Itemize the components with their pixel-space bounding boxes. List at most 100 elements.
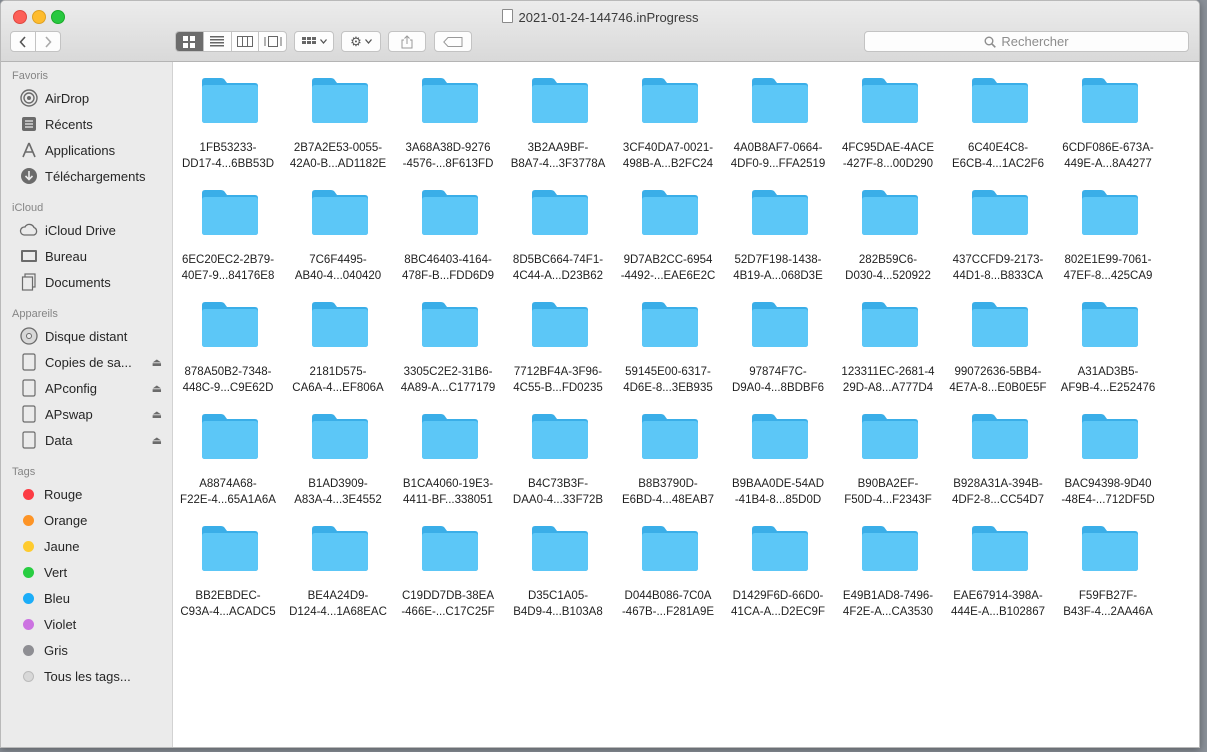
action-menu-button[interactable]: ⚙ — [341, 31, 381, 52]
folder-item[interactable]: B9BAA0DE-54AD -41B4-8...85D0D — [723, 411, 833, 523]
sidebar-tag-orange[interactable]: Orange — [19, 509, 162, 531]
folder-item[interactable]: 7C6F4495- AB40-4...040420 — [283, 187, 393, 299]
folder-item[interactable]: 4FC95DAE-4ACE -427F-8...00D290 — [833, 75, 943, 187]
drive-icon — [19, 353, 39, 371]
tag-color-dot — [23, 566, 34, 578]
folder-item[interactable]: B1AD3909- A83A-4...3E4552 — [283, 411, 393, 523]
folder-item[interactable]: B928A31A-394B- 4DF2-8...CC54D7 — [943, 411, 1053, 523]
folder-name: A31AD3B5- AF9B-4...E252476 — [1053, 364, 1163, 396]
folder-item[interactable]: B90BA2EF- F50D-4...F2343F — [833, 411, 943, 523]
folder-item[interactable]: D1429F6D-66D0- 41CA-A...D2EC9F — [723, 523, 833, 635]
folder-name-line: 47EF-8...425CA9 — [1063, 270, 1153, 282]
folder-item[interactable]: 3305C2E2-31B6- 4A89-A...C177179 — [393, 299, 503, 411]
group-by-button[interactable] — [294, 31, 334, 52]
folder-item[interactable]: 99072636-5BB4- 4E7A-8...E0B0E5F — [943, 299, 1053, 411]
folder-name: A8874A68- F22E-4...65A1A6A — [173, 476, 283, 508]
column-view-button[interactable] — [230, 32, 259, 51]
sidebar-tag-gris[interactable]: Gris — [19, 639, 162, 661]
sidebar-tag-bleu[interactable]: Bleu — [19, 587, 162, 609]
folder-name: 878A50B2-7348- 448C-9...C9E62D — [173, 364, 283, 396]
sidebar-item-disque-distant[interactable]: Disque distant — [19, 325, 162, 347]
sidebar-item-label: Documents — [45, 274, 111, 290]
folder-item[interactable]: 123311EC-2681-4 29D-A8...A777D4 — [833, 299, 943, 411]
list-view-button[interactable] — [202, 32, 231, 51]
sidebar-item-copies[interactable]: Copies de sa... ⏏ — [19, 351, 162, 373]
folder-item[interactable]: 6C40E4C8- E6CB-4...1AC2F6 — [943, 75, 1053, 187]
sidebar-item-airdrop[interactable]: AirDrop — [19, 87, 162, 109]
folder-item[interactable]: 59145E00-6317- 4D6E-8...3EB935 — [613, 299, 723, 411]
folder-item[interactable]: D044B086-7C0A -467B-...F281A9E — [613, 523, 723, 635]
folder-item[interactable]: 3B2AA9BF- B8A7-4...3F3778A — [503, 75, 613, 187]
folder-item[interactable]: 8BC46403-4164- 478F-B...FDD6D9 — [393, 187, 503, 299]
navigation-buttons — [10, 31, 61, 52]
chevron-down-icon — [319, 39, 327, 44]
eject-icon[interactable]: ⏏ — [152, 356, 162, 369]
eject-icon[interactable]: ⏏ — [152, 434, 162, 447]
folder-item[interactable]: C19DD7DB-38EA -466E-...C17C25F — [393, 523, 503, 635]
folder-item[interactable]: A8874A68- F22E-4...65A1A6A — [173, 411, 283, 523]
folder-name: D35C1A05- B4D9-4...B103A8 — [503, 588, 613, 620]
folder-item[interactable]: F59FB27F- B43F-4...2AA46A — [1053, 523, 1163, 635]
folder-item[interactable]: 4A0B8AF7-0664- 4DF0-9...FFA2519 — [723, 75, 833, 187]
folder-item[interactable]: 2181D575- CA6A-4...EF806A — [283, 299, 393, 411]
folder-icon — [420, 523, 480, 573]
sidebar-item-telechargements[interactable]: Téléchargements — [19, 165, 162, 187]
sidebar-item-recents[interactable]: Récents — [19, 113, 162, 135]
sidebar-item-apconfig[interactable]: APconfig ⏏ — [19, 377, 162, 399]
search-field[interactable]: Rechercher — [864, 31, 1189, 52]
folder-item[interactable]: BB2EBDEC- C93A-4...ACADC5 — [173, 523, 283, 635]
sidebar-item-applications[interactable]: Applications — [19, 139, 162, 161]
sidebar-tag-vert[interactable]: Vert — [19, 561, 162, 583]
sidebar-item-apswap[interactable]: APswap ⏏ — [19, 403, 162, 425]
eject-icon[interactable]: ⏏ — [152, 408, 162, 421]
folder-item[interactable]: 6EC20EC2-2B79- 40E7-9...84176E8 — [173, 187, 283, 299]
folder-item[interactable]: B1CA4060-19E3- 4411-BF...338051 — [393, 411, 503, 523]
folder-item[interactable]: 3CF40DA7-0021- 498B-A...B2FC24 — [613, 75, 723, 187]
folder-item[interactable]: 437CCFD9-2173- 44D1-8...B833CA — [943, 187, 1053, 299]
sidebar-item-label: Vert — [44, 564, 68, 580]
folder-item[interactable]: 9D7AB2CC-6954 -4492-...EAE6E2C — [613, 187, 723, 299]
icon-view-button[interactable] — [176, 32, 203, 51]
folder-item[interactable]: 2B7A2E53-0055- 42A0-B...AD1182E — [283, 75, 393, 187]
folder-item[interactable]: 97874F7C- D9A0-4...8BDBF6 — [723, 299, 833, 411]
folder-item[interactable]: 878A50B2-7348- 448C-9...C9E62D — [173, 299, 283, 411]
share-button[interactable] — [388, 31, 426, 52]
sidebar-tag-jaune[interactable]: Jaune — [19, 535, 162, 557]
edit-tags-button[interactable] — [434, 31, 472, 52]
sidebar-item-icloud-drive[interactable]: iCloud Drive — [19, 219, 162, 241]
folder-item[interactable]: D35C1A05- B4D9-4...B103A8 — [503, 523, 613, 635]
folder-item[interactable]: 282B59C6- D030-4...520922 — [833, 187, 943, 299]
sidebar-tag-violet[interactable]: Violet — [19, 613, 162, 635]
sidebar-item-data[interactable]: Data ⏏ — [19, 429, 162, 451]
folder-name: EAE67914-398A- 444E-A...B102867 — [943, 588, 1053, 620]
sidebar-item-documents[interactable]: Documents — [19, 271, 162, 293]
folder-item[interactable]: 3A68A38D-9276 -4576-...8F613FD — [393, 75, 503, 187]
folder-item[interactable]: 802E1E99-7061- 47EF-8...425CA9 — [1053, 187, 1163, 299]
forward-button[interactable] — [35, 32, 60, 51]
sidebar-item-bureau[interactable]: Bureau — [19, 245, 162, 267]
tag-color-dot — [23, 488, 34, 500]
sidebar-all-tags[interactable]: Tous les tags... — [19, 665, 162, 687]
folder-item[interactable]: EAE67914-398A- 444E-A...B102867 — [943, 523, 1053, 635]
folder-item[interactable]: 1FB53233- DD17-4...6BB53D — [173, 75, 283, 187]
folder-name: B9BAA0DE-54AD -41B4-8...85D0D — [723, 476, 833, 508]
folder-item[interactable]: B8B3790D- E6BD-4...48EAB7 — [613, 411, 723, 523]
folder-item[interactable]: 52D7F198-1438- 4B19-A...068D3E — [723, 187, 833, 299]
folder-item[interactable]: 8D5BC664-74F1- 4C44-A...D23B62 — [503, 187, 613, 299]
gallery-view-button[interactable] — [258, 32, 286, 51]
folder-name-line: 9D7AB2CC-6954 — [623, 254, 713, 266]
sidebar-item-label: Disque distant — [45, 328, 128, 344]
folder-item[interactable]: 6CDF086E-673A- 449E-A...8A4277 — [1053, 75, 1163, 187]
folder-name-line: CA6A-4...EF806A — [292, 382, 384, 394]
folder-item[interactable]: 7712BF4A-3F96- 4C55-B...FD0235 — [503, 299, 613, 411]
folder-item[interactable]: B4C73B3F- DAA0-4...33F72B — [503, 411, 613, 523]
folder-item[interactable]: E49B1AD8-7496- 4F2E-A...CA3530 — [833, 523, 943, 635]
eject-icon[interactable]: ⏏ — [152, 382, 162, 395]
folder-item[interactable]: BAC94398-9D40 -48E4-...712DF5D — [1053, 411, 1163, 523]
folder-item[interactable]: A31AD3B5- AF9B-4...E252476 — [1053, 299, 1163, 411]
folder-name-line: 7C6F4495- — [309, 254, 367, 266]
folder-item[interactable]: BE4A24D9- D124-4...1A68EAC — [283, 523, 393, 635]
folder-icon — [1080, 523, 1140, 573]
back-button[interactable] — [11, 32, 35, 51]
sidebar-tag-rouge[interactable]: Rouge — [19, 483, 162, 505]
